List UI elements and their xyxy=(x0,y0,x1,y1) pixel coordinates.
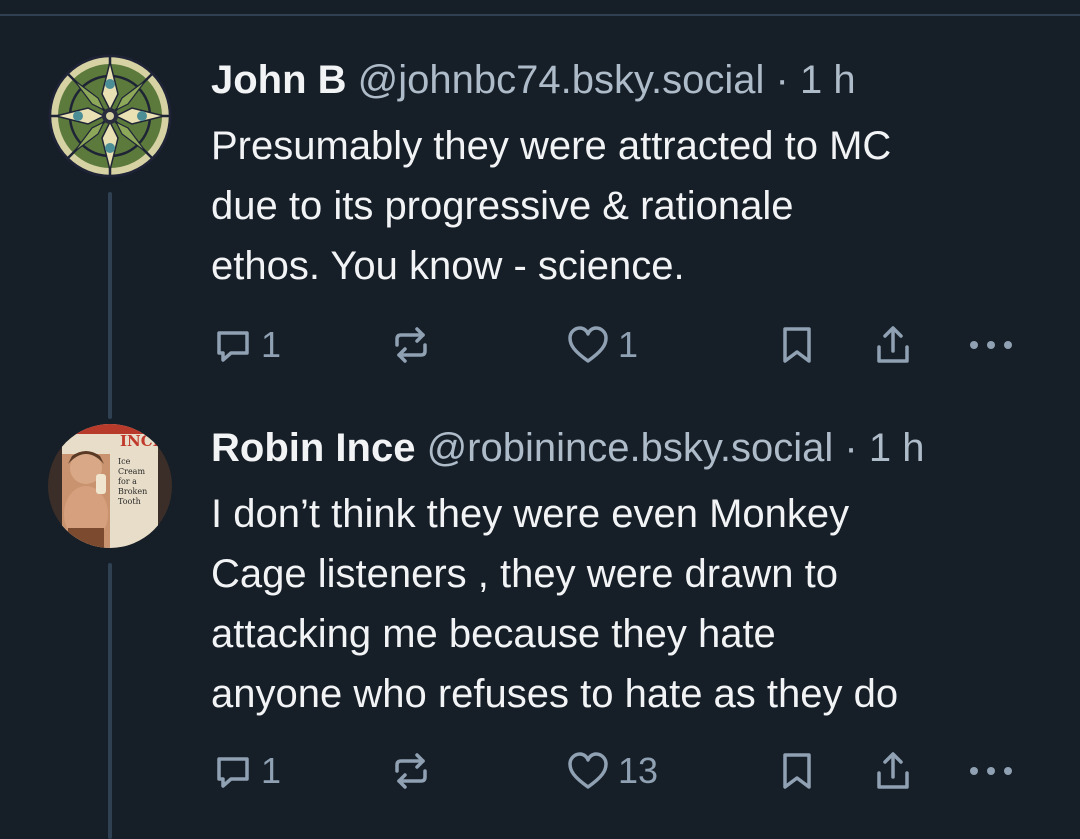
post-text-line: anyone who refuses to hate as they do xyxy=(211,672,899,716)
bookmark-button[interactable] xyxy=(779,749,815,793)
ellipsis-icon xyxy=(970,767,1012,775)
separator: · xyxy=(844,426,858,470)
post-text-line: Cage listeners , they were drawn to xyxy=(211,552,838,596)
reply-button[interactable]: 1 xyxy=(213,749,281,793)
share-icon xyxy=(877,752,909,789)
share-button[interactable] xyxy=(873,749,913,793)
post-text: I don’t think they were even Monkey Cage… xyxy=(211,484,1051,724)
book-cover-avatar-icon: INCE Ice Cream for a Broken Tooth xyxy=(48,424,172,548)
avatar-cover-text: Cream xyxy=(118,467,145,476)
author-name[interactable]: Robin Ince xyxy=(211,426,415,470)
bookmark-icon xyxy=(783,753,811,789)
avatar[interactable]: INCE Ice Cream for a Broken Tooth xyxy=(48,424,172,548)
reply-icon xyxy=(217,757,249,788)
like-count: 13 xyxy=(618,750,659,791)
post-text-line: attacking me because they hate xyxy=(211,612,776,656)
like-button[interactable]: 13 xyxy=(566,749,658,793)
post-header: Robin Ince @robinince.bsky.social · 1 h xyxy=(211,424,924,472)
reply-count: 1 xyxy=(261,750,282,791)
post-actions: 1 13 xyxy=(211,749,1031,793)
heart-icon xyxy=(568,752,608,789)
repost-button[interactable] xyxy=(389,749,441,793)
avatar-cover-text: Broken xyxy=(118,487,147,496)
repost-icon xyxy=(395,753,427,789)
more-options-button[interactable] xyxy=(966,749,1016,793)
avatar-cover-title: INCE xyxy=(120,432,164,450)
post-time[interactable]: 1 h xyxy=(869,426,925,470)
post[interactable]: INCE Ice Cream for a Broken Tooth Robin … xyxy=(0,0,1080,839)
post-text-line: I don’t think they were even Monkey xyxy=(211,492,850,536)
avatar-cover-text: for a xyxy=(118,477,137,486)
avatar-cover-text: Tooth xyxy=(118,497,141,506)
author-handle[interactable]: @robinince.bsky.social xyxy=(427,426,834,470)
avatar-cover-text: Ice xyxy=(118,457,131,466)
